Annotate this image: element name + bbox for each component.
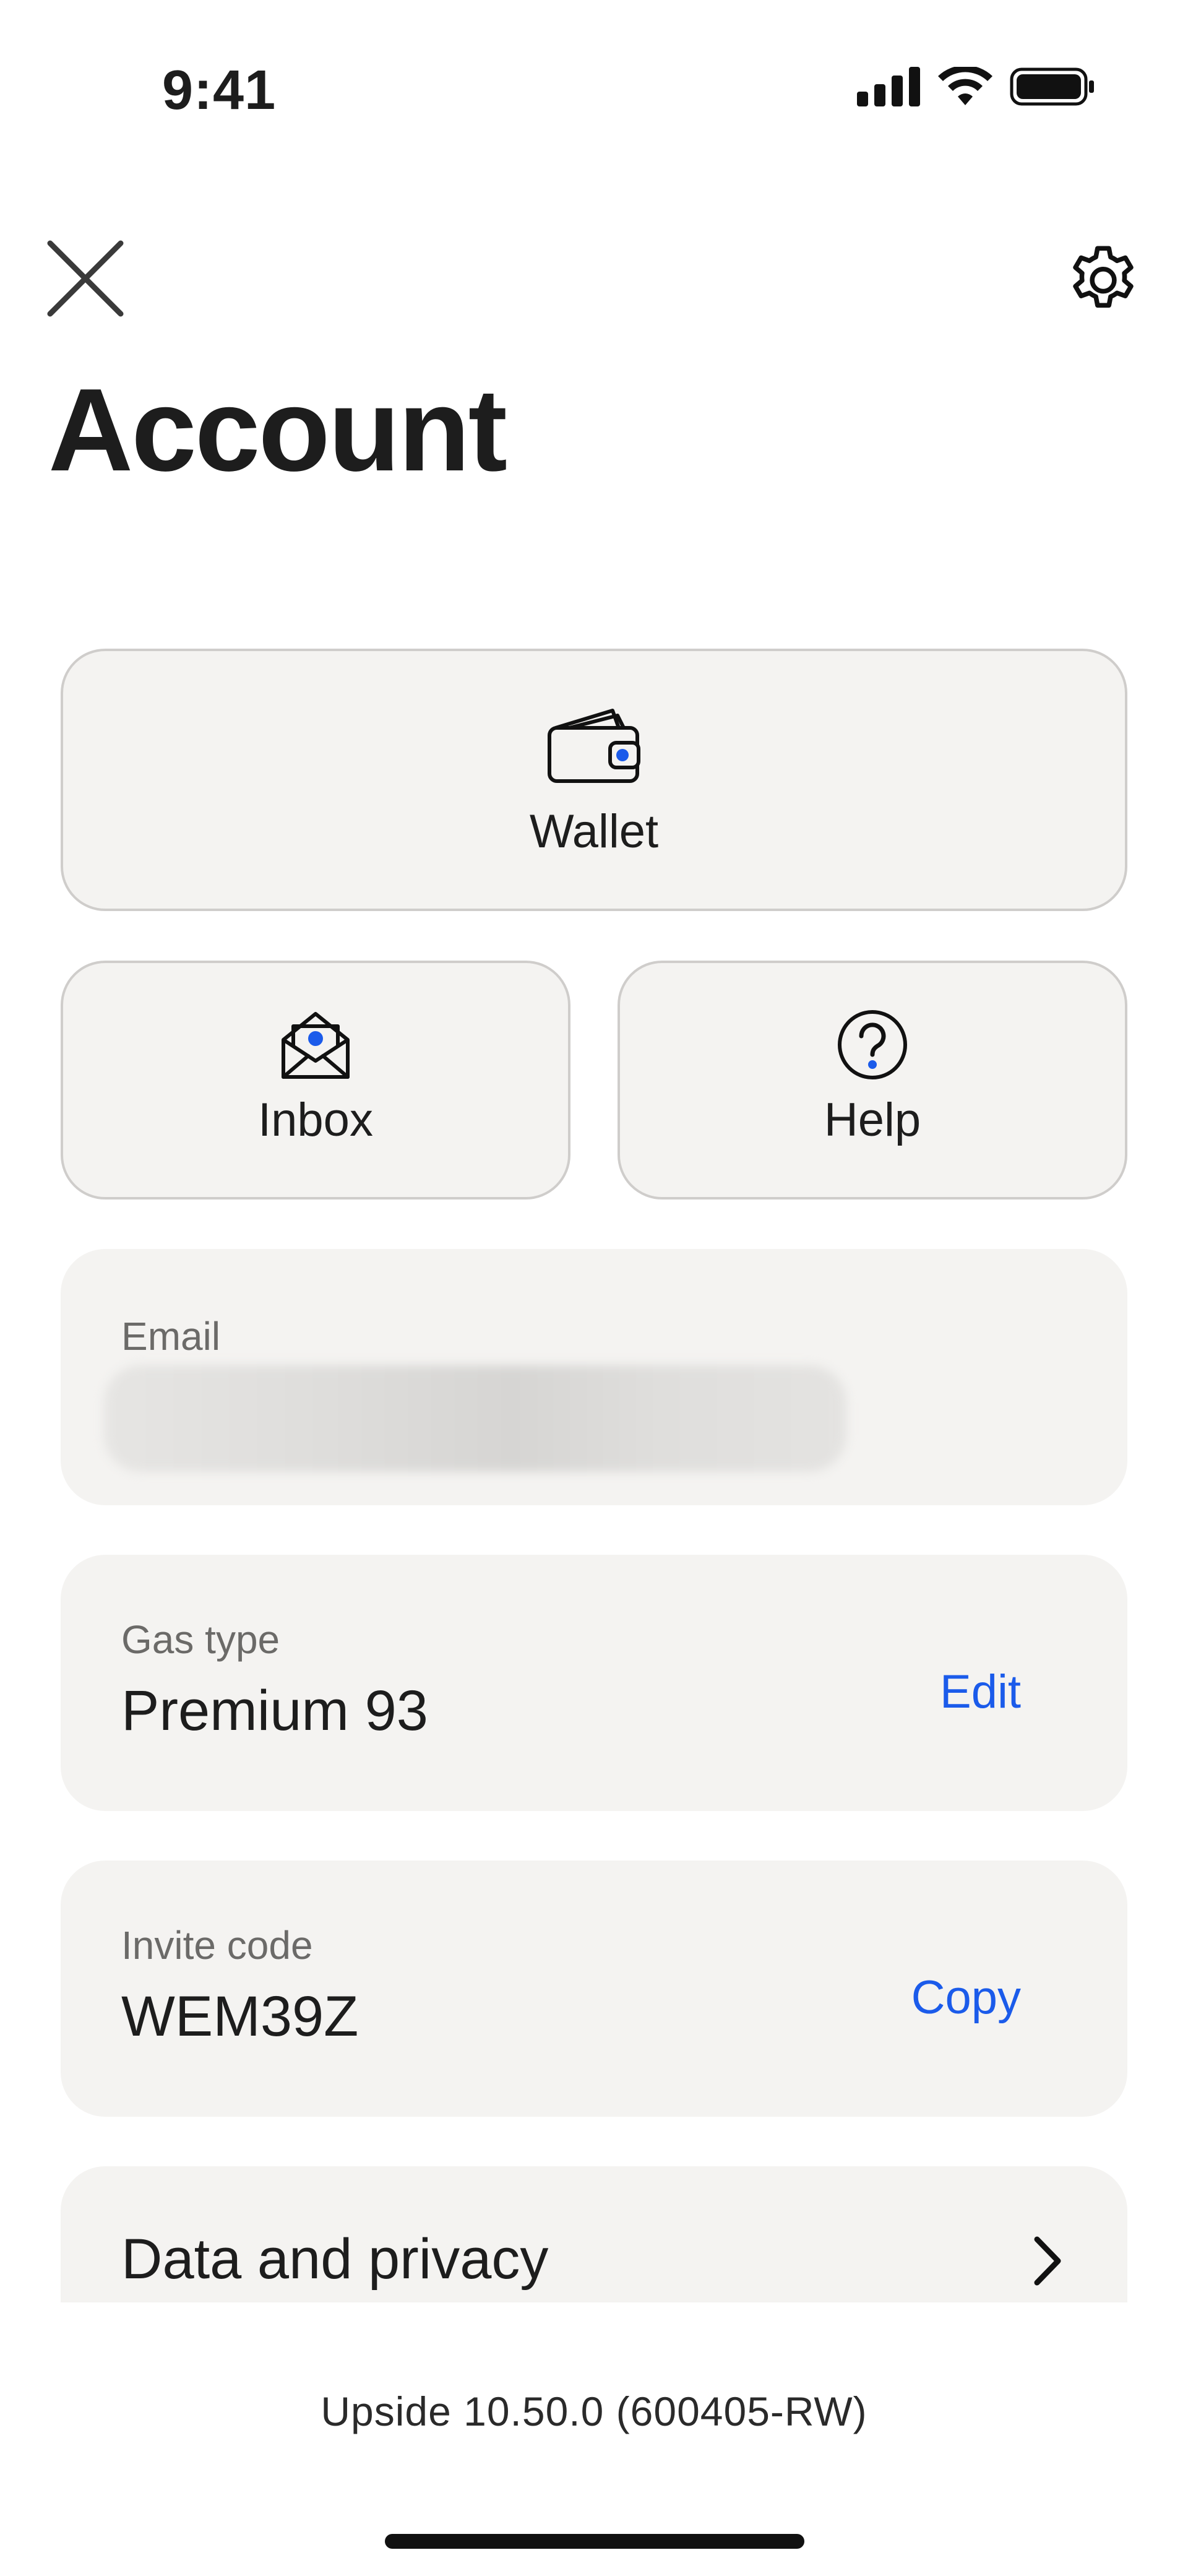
- gas-type-label: Gas type: [121, 1617, 280, 1662]
- cellular-signal-icon: [857, 67, 920, 106]
- wallet-button[interactable]: Wallet: [61, 649, 1127, 911]
- envelope-open-icon: [282, 1012, 350, 1079]
- gear-icon: [1073, 246, 1134, 308]
- inbox-button[interactable]: Inbox: [61, 961, 570, 1199]
- page-title: Account: [48, 365, 507, 496]
- edit-gas-type-button[interactable]: Edit: [940, 1665, 1021, 1719]
- email-label: Email: [121, 1314, 221, 1359]
- wallet-label: Wallet: [529, 805, 659, 858]
- question-circle-icon: [838, 1010, 907, 1079]
- copy-invite-code-button[interactable]: Copy: [911, 1971, 1021, 2025]
- wallet-icon: [548, 709, 640, 783]
- data-and-privacy-row[interactable]: Data and privacy: [61, 2166, 1127, 2302]
- app-version: Upside 10.50.0 (600405-RW): [321, 2388, 867, 2434]
- wifi-icon: [938, 65, 992, 105]
- battery-icon: [1010, 67, 1094, 106]
- invite-code-value: WEM39Z: [121, 1985, 359, 2048]
- invite-code-card: Invite code WEM39Z Copy: [61, 1861, 1127, 2117]
- help-button[interactable]: Help: [618, 961, 1127, 1199]
- email-card: Email: [61, 1249, 1127, 1505]
- invite-code-label: Invite code: [121, 1923, 313, 1968]
- home-indicator[interactable]: [385, 2534, 804, 2549]
- data-and-privacy-label: Data and privacy: [121, 2228, 549, 2291]
- gas-type-card: Gas type Premium 93 Edit: [61, 1555, 1127, 1811]
- settings-button[interactable]: [1057, 232, 1150, 325]
- email-value-redacted: [104, 1365, 846, 1472]
- help-label: Help: [824, 1094, 921, 1146]
- gas-type-value: Premium 93: [121, 1679, 428, 1742]
- status-icons: [848, 65, 1095, 106]
- status-time: 9:41: [162, 59, 277, 121]
- close-button[interactable]: [42, 235, 129, 322]
- close-icon: [47, 240, 124, 317]
- inbox-label: Inbox: [258, 1094, 373, 1146]
- chevron-right-icon: [1034, 2236, 1061, 2286]
